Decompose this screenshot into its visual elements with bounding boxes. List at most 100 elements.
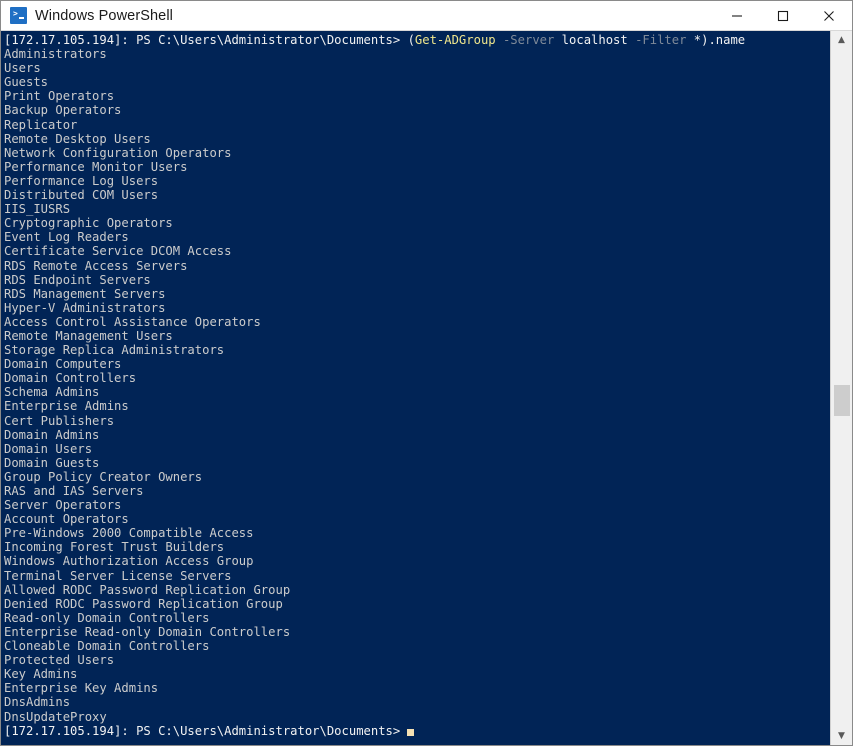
prompt-prefix: [172.17.105.194]: PS C:\Users\Administra… xyxy=(4,33,408,47)
output-line-text-2: Guests xyxy=(4,75,49,90)
output-line-text-29: Domain Guests xyxy=(4,455,100,470)
output-line-text-28: Domain Users xyxy=(4,441,93,456)
output-line-text-9: Performance Log Users xyxy=(4,173,159,188)
final-prompt-line: [172.17.105.194]: PS C:\Users\Administra… xyxy=(4,724,830,738)
output-line: Read-only Domain Controllers xyxy=(4,611,830,625)
icon-chevron-glyph: > xyxy=(13,9,18,18)
output-line: Terminal Server License Servers xyxy=(4,569,830,583)
maximize-icon xyxy=(777,10,789,21)
output-line: Performance Monitor Users xyxy=(4,160,830,174)
scrollbar-track[interactable] xyxy=(831,49,852,727)
output-line: Cloneable Domain Controllers xyxy=(4,639,830,653)
output-line-text-8: Performance Monitor Users xyxy=(4,159,188,174)
output-line: IIS_IUSRS xyxy=(4,202,830,216)
output-line-text-12: Cryptographic Operators xyxy=(4,216,173,231)
output-line-text-18: Hyper-V Administrators xyxy=(4,300,166,315)
command-token-5: -Filter xyxy=(635,33,687,47)
output-line: Print Operators xyxy=(4,89,830,103)
close-button[interactable] xyxy=(806,1,852,30)
output-line-text-5: Replicator xyxy=(4,117,78,132)
output-line: Denied RODC Password Replication Group xyxy=(4,597,830,611)
output-line-text-10: Distributed COM Users xyxy=(4,188,159,203)
terminal-console[interactable]: [172.17.105.194]: PS C:\Users\Administra… xyxy=(1,31,830,745)
output-line-text-6: Remote Desktop Users xyxy=(4,131,151,146)
command-token-4: localhost xyxy=(554,33,636,47)
output-line: RDS Remote Access Servers xyxy=(4,259,830,273)
output-line: Network Configuration Operators xyxy=(4,146,830,160)
vertical-scrollbar[interactable]: ▲ ▼ xyxy=(830,31,852,745)
output-line: Certificate Service DCOM Access xyxy=(4,244,830,258)
output-line: Server Operators xyxy=(4,498,830,512)
output-line-text-17: RDS Management Servers xyxy=(4,286,166,301)
output-line-text-40: Read-only Domain Controllers xyxy=(4,610,210,625)
output-line-text-37: Terminal Server License Servers xyxy=(4,568,232,583)
output-line-text-39: Denied RODC Password Replication Group xyxy=(4,596,283,611)
output-line: Domain Users xyxy=(4,442,830,456)
minimize-icon xyxy=(732,14,742,17)
powershell-window: > Windows PowerShell [172.17.105.194]: P… xyxy=(0,0,853,746)
scrollbar-thumb[interactable] xyxy=(834,385,850,416)
output-line-text-24: Schema Admins xyxy=(4,385,100,400)
window-titlebar[interactable]: > Windows PowerShell xyxy=(1,1,852,31)
output-line-text-14: Certificate Service DCOM Access xyxy=(4,244,232,259)
output-line-text-43: Protected Users xyxy=(4,653,115,668)
output-line-text-23: Domain Controllers xyxy=(4,371,137,386)
output-line-text-38: Allowed RODC Password Replication Group xyxy=(4,582,291,597)
output-line: Pre-Windows 2000 Compatible Access xyxy=(4,526,830,540)
minimize-button[interactable] xyxy=(714,1,760,30)
output-line-text-33: Account Operators xyxy=(4,512,129,527)
window-controls xyxy=(714,1,852,30)
output-line: Event Log Readers xyxy=(4,230,830,244)
output-line: Account Operators xyxy=(4,512,830,526)
output-line-text-20: Remote Management Users xyxy=(4,328,173,343)
output-line-text-11: IIS_IUSRS xyxy=(4,202,71,217)
output-line-text-15: RDS Remote Access Servers xyxy=(4,258,188,273)
command-token-3: -Server xyxy=(502,33,555,47)
output-line-text-42: Cloneable Domain Controllers xyxy=(4,639,210,654)
output-line-text-36: Windows Authorization Access Group xyxy=(4,554,254,569)
output-line-text-1: Users xyxy=(4,61,41,76)
output-line: Enterprise Read-only Domain Controllers xyxy=(4,625,830,639)
output-line: DnsAdmins xyxy=(4,695,830,709)
output-line-text-34: Pre-Windows 2000 Compatible Access xyxy=(4,526,254,541)
output-line-text-16: RDS Endpoint Servers xyxy=(4,272,151,287)
output-line-text-32: Server Operators xyxy=(4,498,122,513)
output-line: Domain Admins xyxy=(4,428,830,442)
output-line-text-21: Storage Replica Administrators xyxy=(4,343,225,358)
output-line: Enterprise Admins xyxy=(4,399,830,413)
output-line-text-27: Domain Admins xyxy=(4,427,100,442)
output-line: DnsUpdateProxy xyxy=(4,710,830,724)
output-line-text-0: Administrators xyxy=(4,47,107,62)
output-line: Cert Publishers xyxy=(4,414,830,428)
output-line: Replicator xyxy=(4,118,830,132)
output-line: RAS and IAS Servers xyxy=(4,484,830,498)
command-token-6: *).name xyxy=(686,33,746,47)
output-line: Storage Replica Administrators xyxy=(4,343,830,357)
output-line-text-13: Event Log Readers xyxy=(4,230,129,245)
command-token-1: Get-ADGroup xyxy=(414,33,496,47)
output-line: RDS Management Servers xyxy=(4,287,830,301)
output-line-text-7: Network Configuration Operators xyxy=(4,145,232,160)
output-line-text-35: Incoming Forest Trust Builders xyxy=(4,540,225,555)
output-line: Cryptographic Operators xyxy=(4,216,830,230)
output-line-text-30: Group Policy Creator Owners xyxy=(4,469,203,484)
output-line-text-22: Domain Computers xyxy=(4,357,122,372)
output-line: RDS Endpoint Servers xyxy=(4,273,830,287)
output-line: Enterprise Key Admins xyxy=(4,681,830,695)
icon-underscore-glyph xyxy=(19,17,24,19)
output-line: Backup Operators xyxy=(4,103,830,117)
final-prompt-text: [172.17.105.194]: PS C:\Users\Administra… xyxy=(4,723,401,738)
output-line: Key Admins xyxy=(4,667,830,681)
output-line: Guests xyxy=(4,75,830,89)
scroll-down-arrow-icon[interactable]: ▼ xyxy=(831,727,852,745)
text-cursor xyxy=(407,728,415,736)
output-line: Hyper-V Administrators xyxy=(4,301,830,315)
output-line: Remote Management Users xyxy=(4,329,830,343)
command-line: [172.17.105.194]: PS C:\Users\Administra… xyxy=(4,33,830,47)
maximize-button[interactable] xyxy=(760,1,806,30)
output-line-text-47: DnsUpdateProxy xyxy=(4,709,107,724)
output-line: Domain Guests xyxy=(4,456,830,470)
powershell-prompt-icon: > xyxy=(10,7,27,24)
scroll-up-arrow-icon[interactable]: ▲ xyxy=(831,31,852,49)
terminal-output: [172.17.105.194]: PS C:\Users\Administra… xyxy=(4,33,830,738)
